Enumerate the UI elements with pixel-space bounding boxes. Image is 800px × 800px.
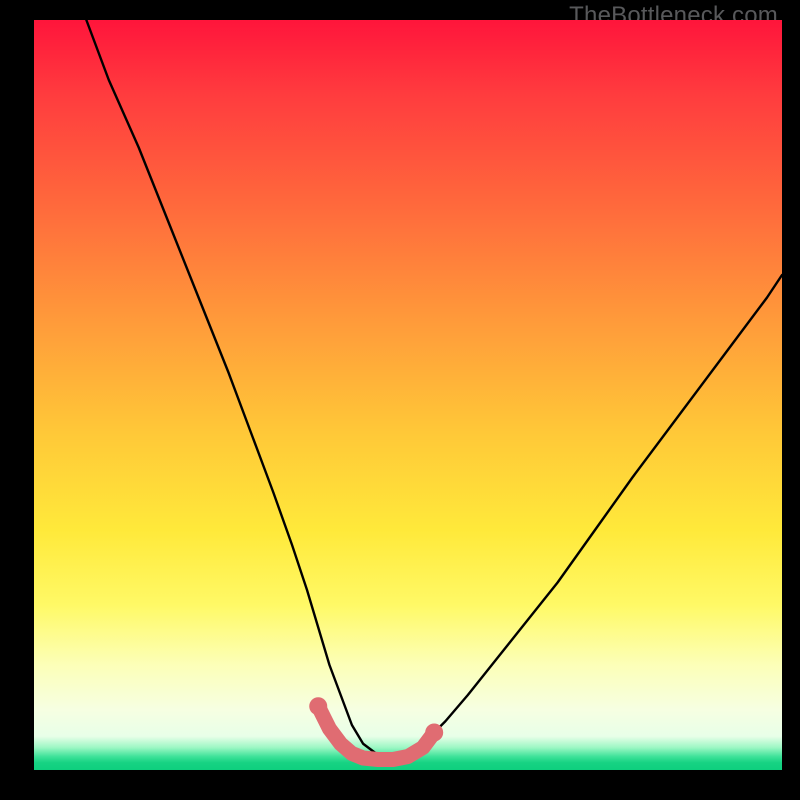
curve-layer	[34, 20, 782, 770]
flat-bottom-highlight	[318, 706, 434, 759]
highlight-dot-right	[425, 724, 443, 742]
bottleneck-curve	[86, 20, 782, 755]
chart-frame: TheBottleneck.com	[0, 0, 800, 800]
highlight-dot-left	[309, 697, 327, 715]
plot-area	[34, 20, 782, 770]
